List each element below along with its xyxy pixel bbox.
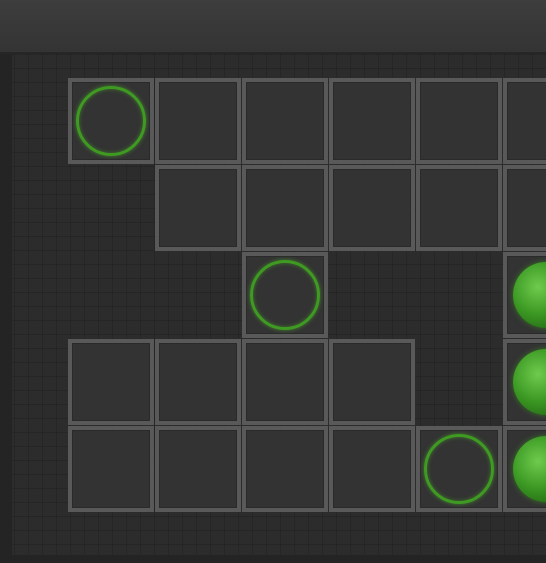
grid-cell-r1-c2[interactable] bbox=[242, 165, 328, 251]
grid-cell-r0-c3[interactable] bbox=[329, 78, 415, 164]
grid-cell-r2-c5[interactable] bbox=[503, 252, 546, 338]
board-frame-left bbox=[0, 54, 12, 563]
grid-cell-r4-c2[interactable] bbox=[242, 426, 328, 512]
grid-cell-r1-c1[interactable] bbox=[155, 165, 241, 251]
grid-cell-r0-c1[interactable] bbox=[155, 78, 241, 164]
target-ring-icon bbox=[250, 260, 320, 330]
grid-cell-r1-c3[interactable] bbox=[329, 165, 415, 251]
grid-cell-r2-c2[interactable] bbox=[242, 252, 328, 338]
grid-cell-r3-c1[interactable] bbox=[155, 339, 241, 425]
grid-cell-r4-c1[interactable] bbox=[155, 426, 241, 512]
green-orb-piece[interactable] bbox=[513, 349, 546, 415]
green-orb-piece[interactable] bbox=[513, 436, 546, 502]
game-board bbox=[0, 54, 546, 563]
grid-cell-r4-c0[interactable] bbox=[68, 426, 154, 512]
board-frame-bottom bbox=[0, 555, 546, 563]
green-orb-piece[interactable] bbox=[513, 262, 546, 328]
grid-cell-r1-c4[interactable] bbox=[416, 165, 502, 251]
grid-cell-r0-c4[interactable] bbox=[416, 78, 502, 164]
grid-cell-r3-c3[interactable] bbox=[329, 339, 415, 425]
grid-cell-r3-c2[interactable] bbox=[242, 339, 328, 425]
grid-cell-r3-c0[interactable] bbox=[68, 339, 154, 425]
grid-cell-r0-c0[interactable] bbox=[68, 78, 154, 164]
grid-cell-r0-c2[interactable] bbox=[242, 78, 328, 164]
top-toolbar bbox=[0, 0, 546, 54]
target-ring-icon bbox=[76, 86, 146, 156]
grid-cell-r4-c5[interactable] bbox=[503, 426, 546, 512]
target-ring-icon bbox=[424, 434, 494, 504]
grid-cell-r0-c5[interactable] bbox=[503, 78, 546, 164]
grid-cell-r1-c5[interactable] bbox=[503, 165, 546, 251]
grid-cell-r4-c3[interactable] bbox=[329, 426, 415, 512]
grid-cell-r4-c4[interactable] bbox=[416, 426, 502, 512]
grid-cell-r3-c5[interactable] bbox=[503, 339, 546, 425]
